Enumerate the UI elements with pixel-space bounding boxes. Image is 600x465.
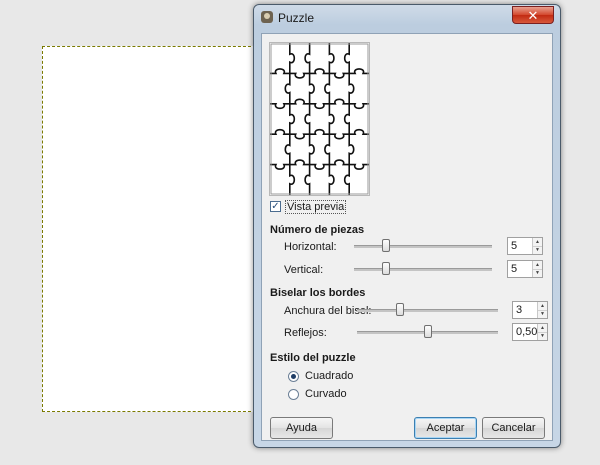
puzzle-dialog: Puzzle ✕ ✓ Vista previa Número de piezas… [253,4,561,448]
spin-down-icon[interactable]: ▼ [538,332,547,340]
dialog-titlebar[interactable]: Puzzle ✕ [254,5,560,29]
pieces-section-title: Número de piezas [270,224,365,236]
bevel-width-slider-thumb[interactable] [396,303,404,316]
spin-down-icon[interactable]: ▼ [533,269,542,277]
highlight-slider-thumb[interactable] [424,325,432,338]
spin-down-icon[interactable]: ▼ [533,246,542,254]
preview-checkbox[interactable]: ✓ [270,201,281,212]
horizontal-spinbox[interactable]: 5 ▲ ▼ [507,237,543,255]
highlight-label: Reflejos: [284,327,327,339]
vertical-slider-thumb[interactable] [382,262,390,275]
vertical-label: Vertical: [284,264,324,276]
style-section-title: Estilo del puzzle [270,352,356,364]
vertical-slider-track[interactable] [354,268,492,271]
puzzle-preview-image [270,43,369,195]
bevel-section-title: Biselar los bordes [270,287,366,299]
horizontal-value[interactable]: 5 [511,240,517,252]
bevel-width-value[interactable]: 3 [516,304,522,316]
cancel-button[interactable]: Cancelar [482,417,545,439]
vertical-value[interactable]: 5 [511,263,517,275]
help-button[interactable]: Ayuda [270,417,333,439]
dialog-title: Puzzle [278,11,315,25]
dialog-content: ✓ Vista previa Número de piezas Horizont… [261,33,553,441]
curved-radio[interactable] [288,389,299,400]
vertical-spinbox[interactable]: 5 ▲ ▼ [507,260,543,278]
bevel-width-slider-track[interactable] [357,309,498,312]
preview-checkbox-label[interactable]: Vista previa [285,200,347,214]
curved-label[interactable]: Curvado [305,388,347,400]
square-radio[interactable] [288,371,299,382]
puzzle-preview [269,42,370,196]
close-button[interactable]: ✕ [512,6,554,24]
square-label[interactable]: Cuadrado [305,370,353,382]
spin-down-icon[interactable]: ▼ [538,310,547,318]
gimp-icon [261,11,273,23]
bevel-width-spinbox[interactable]: 3 ▲ ▼ [512,301,548,319]
horizontal-label: Horizontal: [284,241,337,253]
ok-button[interactable]: Aceptar [414,417,477,439]
image-canvas[interactable] [42,46,256,412]
horizontal-slider-thumb[interactable] [382,239,390,252]
highlight-value[interactable]: 0,50 [516,326,537,338]
horizontal-slider-track[interactable] [354,245,492,248]
highlight-spinbox[interactable]: 0,50 ▲ ▼ [512,323,548,341]
